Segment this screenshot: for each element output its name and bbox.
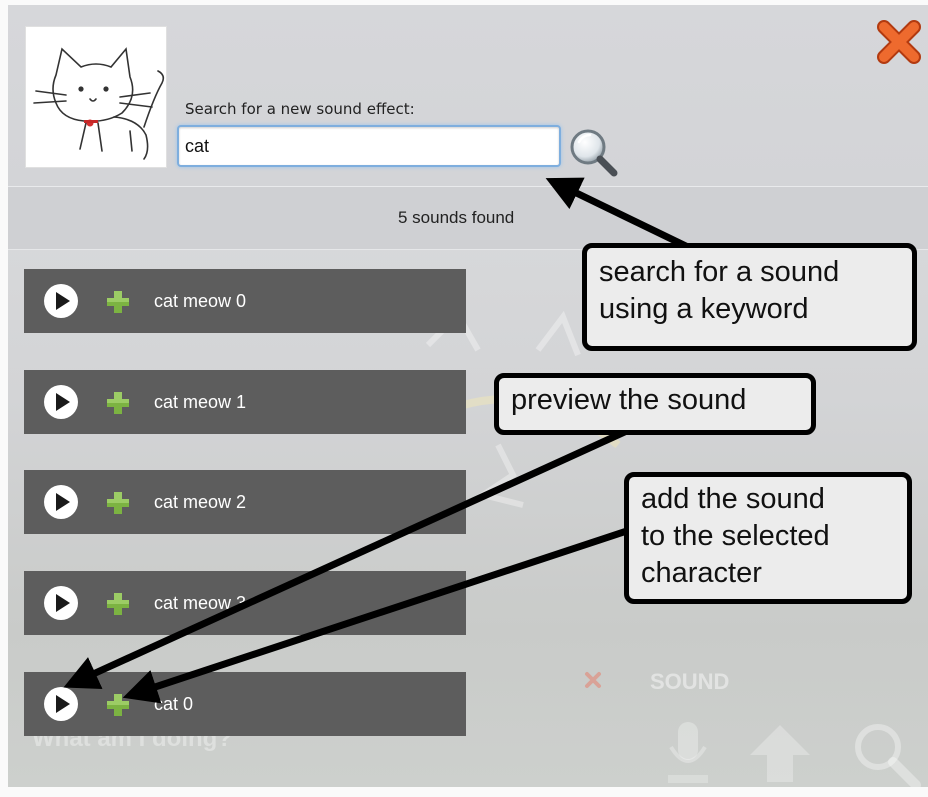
play-icon bbox=[44, 385, 78, 419]
background-upload-icon bbox=[750, 725, 810, 782]
magnifier-icon bbox=[570, 129, 618, 177]
plus-icon bbox=[107, 593, 129, 615]
play-icon bbox=[44, 586, 78, 620]
character-thumbnail bbox=[25, 26, 167, 168]
callout-search-line-2: using a keyword bbox=[599, 292, 809, 325]
search-label: Search for a new sound effect: bbox=[185, 100, 415, 118]
sound-row: cat meow 1 bbox=[24, 370, 466, 434]
add-sound-button[interactable] bbox=[104, 590, 132, 618]
sound-row: cat meow 0 bbox=[24, 269, 466, 333]
search-button[interactable] bbox=[568, 127, 620, 177]
add-sound-button[interactable] bbox=[104, 489, 132, 517]
play-icon bbox=[44, 485, 78, 519]
sound-name[interactable]: cat meow 0 bbox=[154, 291, 246, 312]
preview-button[interactable] bbox=[43, 384, 79, 420]
callout-search-line-1: search for a sound bbox=[599, 256, 840, 288]
cat-sketch-icon bbox=[33, 47, 165, 160]
play-icon bbox=[44, 687, 78, 721]
preview-button[interactable] bbox=[43, 585, 79, 621]
plus-icon bbox=[107, 392, 129, 414]
search-input[interactable] bbox=[177, 125, 561, 167]
sound-row: cat meow 3 bbox=[24, 571, 466, 635]
close-x-icon bbox=[877, 20, 921, 64]
sound-row: cat meow 2 bbox=[24, 470, 466, 534]
callout-preview-line-1: preview the sound bbox=[511, 384, 747, 416]
plus-icon bbox=[107, 492, 129, 514]
background-close-icon bbox=[585, 672, 601, 688]
background-search-icon bbox=[855, 724, 921, 787]
sound-name[interactable]: cat 0 bbox=[154, 694, 193, 715]
results-count: 5 sounds found bbox=[398, 208, 515, 227]
sound-name[interactable]: cat meow 1 bbox=[154, 392, 246, 413]
callout-add: add the sound to the selected character bbox=[624, 472, 912, 604]
callout-search: search for a sound using a keyword bbox=[582, 243, 917, 351]
callout-preview: preview the sound bbox=[494, 373, 816, 435]
callout-add-line-3: character bbox=[641, 556, 762, 589]
screenshot-stage: SOUND What am I doing? Search for a new … bbox=[0, 0, 928, 797]
play-icon bbox=[44, 284, 78, 318]
sound-row: cat 0 bbox=[24, 672, 466, 736]
sound-name[interactable]: cat meow 3 bbox=[154, 593, 246, 614]
callout-add-line-2: to the selected bbox=[641, 519, 830, 552]
add-sound-button[interactable] bbox=[104, 691, 132, 719]
preview-button[interactable] bbox=[43, 484, 79, 520]
add-sound-button[interactable] bbox=[104, 389, 132, 417]
sound-name[interactable]: cat meow 2 bbox=[154, 492, 246, 513]
close-button[interactable] bbox=[874, 17, 924, 67]
background-sound-tab-label: SOUND bbox=[650, 669, 730, 694]
plus-icon bbox=[107, 291, 129, 313]
preview-button[interactable] bbox=[43, 283, 79, 319]
callout-add-line-1: add the sound bbox=[641, 483, 825, 515]
plus-icon bbox=[107, 694, 129, 716]
preview-button[interactable] bbox=[43, 686, 79, 722]
background-microphone-icon bbox=[668, 722, 708, 783]
add-sound-button[interactable] bbox=[104, 288, 132, 316]
